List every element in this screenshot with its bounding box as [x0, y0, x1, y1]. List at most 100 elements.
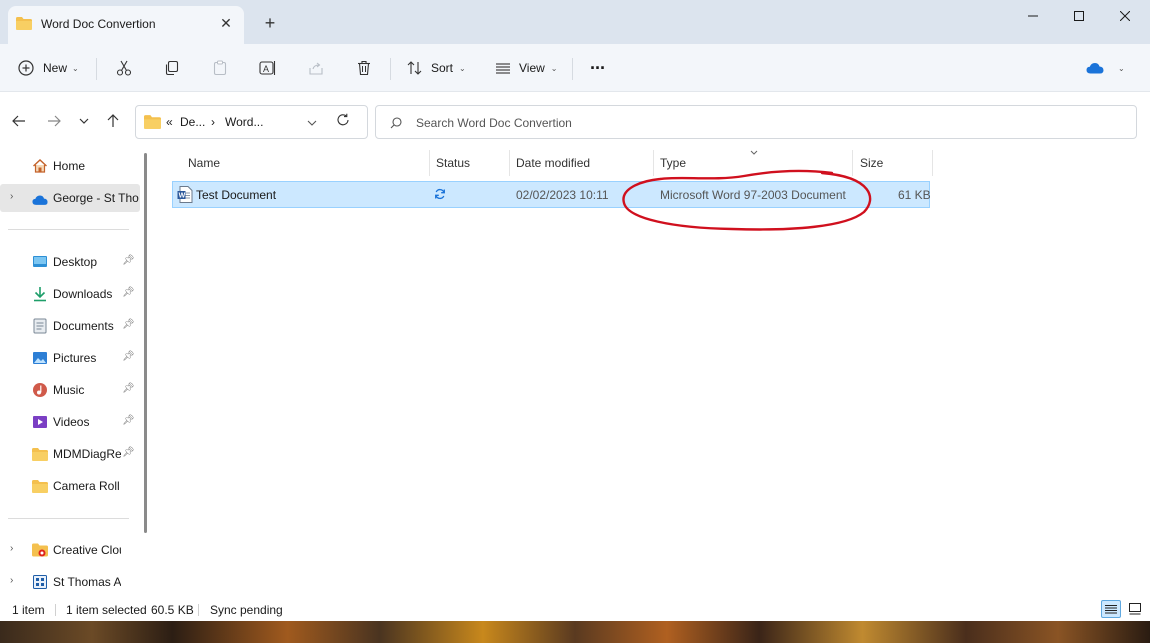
- sync-pending-icon: [435, 188, 445, 200]
- pin-icon[interactable]: 📌︎: [122, 415, 135, 426]
- desktop-wallpaper: [0, 621, 1150, 643]
- recent-locations-button[interactable]: [74, 111, 94, 131]
- column-divider[interactable]: [852, 150, 853, 176]
- sidebar-item-videos[interactable]: Videos 📌︎: [0, 409, 140, 435]
- large-icons-view-icon: [1129, 603, 1141, 615]
- chevron-down-icon[interactable]: [307, 120, 317, 126]
- breadcrumb-item[interactable]: Word...: [225, 115, 263, 129]
- share-button[interactable]: [308, 56, 324, 80]
- column-header-date-modified[interactable]: Date modified: [516, 156, 590, 170]
- sidebar-item-camera-roll[interactable]: Camera Roll: [0, 473, 140, 499]
- new-button[interactable]: New ⌄: [18, 56, 79, 80]
- sort-button[interactable]: Sort ⌄: [407, 56, 466, 80]
- status-bar: 1 item 1 item selected 60.5 KB Sync pend…: [0, 597, 1150, 621]
- rename-button[interactable]: A: [259, 56, 277, 80]
- sidebar-item-mdmdiagreport[interactable]: MDMDiagReport 📌︎: [0, 441, 140, 467]
- file-name: Test Document: [196, 188, 277, 202]
- details-view-button[interactable]: [1101, 600, 1121, 618]
- pictures-icon: [33, 352, 47, 364]
- copy-icon: [165, 60, 179, 76]
- search-input[interactable]: [416, 113, 1116, 133]
- maximize-icon: [1074, 11, 1084, 21]
- column-header-size[interactable]: Size: [860, 156, 883, 170]
- sidebar-item-music[interactable]: Music 📌︎: [0, 377, 140, 403]
- pin-icon[interactable]: 📌︎: [122, 447, 135, 458]
- search-box[interactable]: [375, 105, 1137, 139]
- maximize-button[interactable]: [1056, 0, 1102, 32]
- divider: [572, 58, 573, 80]
- home-icon: [33, 159, 47, 173]
- arrow-up-icon: [107, 114, 119, 127]
- column-header-status[interactable]: Status: [436, 156, 470, 170]
- copy-button[interactable]: [164, 56, 180, 80]
- back-button[interactable]: [9, 111, 29, 131]
- navigation-bar: « De... › Word...: [0, 93, 1150, 145]
- paste-button[interactable]: [212, 56, 228, 80]
- pin-icon[interactable]: 📌︎: [122, 351, 135, 362]
- paste-icon: [213, 60, 227, 76]
- sidebar-item-desktop[interactable]: Desktop 📌︎: [0, 249, 140, 275]
- sidebar-item-documents[interactable]: Documents 📌︎: [0, 313, 140, 339]
- refresh-button[interactable]: [336, 113, 350, 130]
- tab-word-doc-convertion[interactable]: Word Doc Convertion ✕: [8, 6, 244, 44]
- sidebar-item-creative-cloud[interactable]: › Creative Cloud Files: [0, 537, 140, 563]
- view-button[interactable]: View ⌄: [495, 56, 558, 80]
- delete-button[interactable]: [356, 56, 372, 80]
- sidebar-item-downloads[interactable]: Downloads 📌︎: [0, 281, 140, 307]
- more-options-button[interactable]: ···: [590, 56, 606, 80]
- rename-icon: A: [259, 61, 276, 75]
- column-divider[interactable]: [653, 150, 654, 176]
- breadcrumb-item[interactable]: De...: [180, 115, 205, 129]
- sharepoint-icon: [33, 575, 47, 589]
- column-divider[interactable]: [429, 150, 430, 176]
- folder-icon: [16, 17, 32, 30]
- sidebar-label: Documents: [53, 319, 114, 333]
- videos-icon: [33, 416, 47, 428]
- pin-icon[interactable]: 📌︎: [122, 319, 135, 330]
- minimize-button[interactable]: [1010, 0, 1056, 32]
- file-row[interactable]: W Test Document 02/02/2023 10:11 Microso…: [172, 181, 931, 208]
- column-header-type[interactable]: Type: [660, 156, 686, 170]
- file-list: Name Status Date modified Type Size W Te…: [155, 145, 1150, 597]
- chevron-down-icon: ⌄: [550, 63, 558, 73]
- sidebar-scrollbar[interactable]: [144, 153, 147, 533]
- sidebar-item-st-thomas-aquinas[interactable]: › St Thomas Aquinas: [0, 569, 140, 595]
- pin-icon[interactable]: 📌︎: [122, 383, 135, 394]
- large-icons-view-button[interactable]: [1125, 600, 1145, 618]
- pin-icon[interactable]: 📌︎: [122, 255, 135, 266]
- folder-icon: [144, 115, 161, 129]
- up-button[interactable]: [103, 111, 123, 131]
- file-size: 61 KB: [898, 188, 931, 202]
- forward-button[interactable]: [44, 111, 64, 131]
- file-date-modified: 02/02/2023 10:11: [516, 188, 609, 202]
- column-divider[interactable]: [509, 150, 510, 176]
- sidebar-item-home[interactable]: Home: [0, 153, 140, 179]
- chevron-right-icon[interactable]: ›: [10, 575, 13, 586]
- sidebar-item-pictures[interactable]: Pictures 📌︎: [0, 345, 140, 371]
- onedrive-status-button[interactable]: ⌄: [1086, 56, 1125, 80]
- folder-icon: [32, 448, 48, 461]
- onedrive-icon: [1086, 63, 1104, 74]
- minimize-icon: [1028, 15, 1038, 17]
- column-divider[interactable]: [932, 150, 933, 176]
- new-tab-button[interactable]: +: [260, 13, 280, 33]
- more-icon: ···: [590, 57, 606, 78]
- chevron-right-icon[interactable]: ›: [10, 543, 13, 554]
- close-tab-icon[interactable]: ✕: [216, 13, 236, 33]
- chevron-down-icon: [79, 118, 89, 124]
- pin-icon[interactable]: 📌︎: [122, 287, 135, 298]
- sidebar-label: Home: [53, 159, 86, 173]
- chevron-down-icon: ⌄: [72, 63, 79, 73]
- chevron-right-icon[interactable]: ›: [10, 191, 13, 202]
- sidebar-item-onedrive[interactable]: › George - St Thomas: [0, 184, 140, 212]
- address-bar[interactable]: « De... › Word...: [135, 105, 368, 139]
- divider: [55, 604, 56, 616]
- cut-button[interactable]: [116, 56, 132, 80]
- file-type: Microsoft Word 97-2003 Document: [660, 188, 846, 202]
- sidebar-label: Videos: [53, 415, 90, 429]
- sidebar-label: George - St Thomas: [53, 191, 139, 205]
- column-header-name[interactable]: Name: [188, 156, 220, 170]
- breadcrumb-separator[interactable]: ›: [211, 115, 215, 129]
- breadcrumb-overflow[interactable]: «: [166, 115, 173, 129]
- close-window-button[interactable]: [1102, 0, 1148, 32]
